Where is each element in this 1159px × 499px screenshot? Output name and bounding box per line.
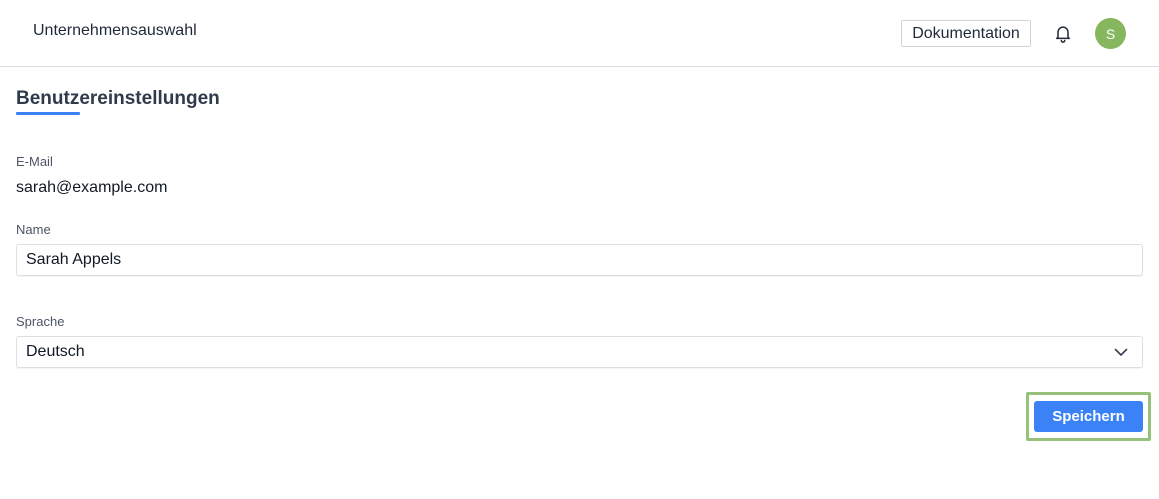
top-navigation-bar: Unternehmensauswahl Dokumentation S bbox=[0, 0, 1159, 67]
bell-icon bbox=[1056, 26, 1070, 43]
name-label: Name bbox=[16, 222, 51, 237]
email-value: sarah@example.com bbox=[16, 179, 168, 196]
language-label: Sprache bbox=[16, 314, 65, 329]
name-input[interactable] bbox=[16, 244, 1143, 276]
documentation-button[interactable]: Dokumentation bbox=[901, 20, 1031, 47]
save-button-highlight: Speichern bbox=[1026, 392, 1151, 441]
user-avatar[interactable]: S bbox=[1095, 18, 1126, 49]
language-select[interactable]: Deutsch bbox=[16, 336, 1143, 368]
chevron-down-icon bbox=[1114, 348, 1128, 356]
page-title: Benutzereinstellungen bbox=[16, 88, 220, 109]
page-title-underline bbox=[16, 112, 80, 115]
company-selector[interactable]: Unternehmensauswahl bbox=[33, 22, 197, 40]
email-label: E-Mail bbox=[16, 154, 53, 169]
save-button[interactable]: Speichern bbox=[1034, 401, 1143, 432]
notifications-button[interactable] bbox=[1052, 22, 1074, 44]
language-selected-value: Deutsch bbox=[26, 343, 85, 360]
